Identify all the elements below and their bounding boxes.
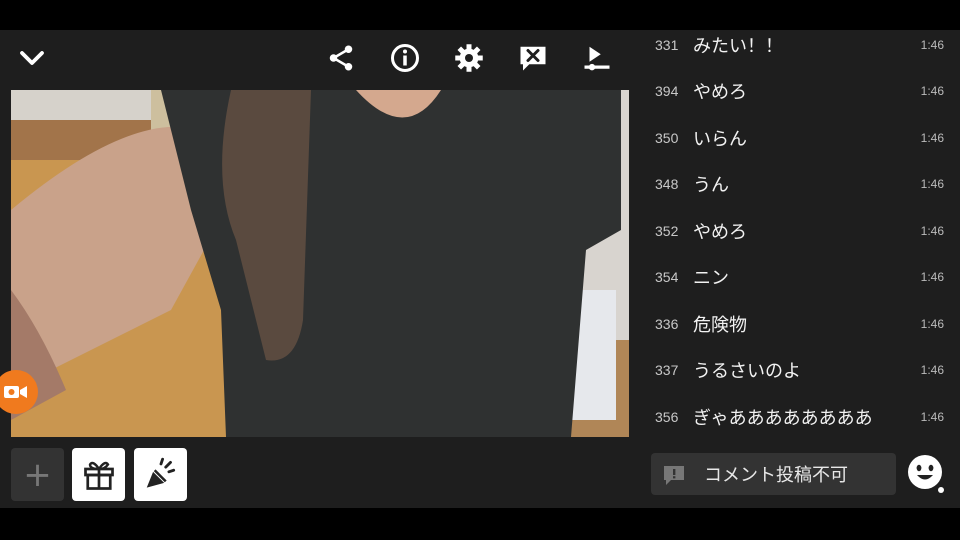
comment-number: 354 [655,269,679,285]
comment-time: 1:46 [920,38,944,52]
comment-row: 354 ニン 1:46 [640,262,960,292]
comment-row: 348 うん 1:46 [640,169,960,199]
comment-list[interactable]: 331 みたい！！ 1:46 394 やめろ 1:46 350 いらん 1:46… [640,30,960,442]
upload-button[interactable] [577,38,617,78]
comment-number: 336 [655,316,679,332]
comment-time: 1:46 [920,131,944,145]
share-button[interactable] [321,38,361,78]
announce-button[interactable] [134,448,187,501]
comment-time: 1:46 [920,317,944,331]
emoji-button[interactable] [906,453,946,493]
comment-number: 348 [655,176,679,192]
comment-number: 331 [655,37,679,53]
comment-row: 352 やめろ 1:46 [640,216,960,246]
video-player[interactable] [11,90,629,437]
comment-number: 394 [655,83,679,99]
comment-text: やめろ [693,222,747,243]
comment-number: 350 [655,130,679,146]
comment-row: 336 危険物 1:46 [640,309,960,339]
comment-text: うん [693,175,729,196]
comment-number: 337 [655,362,679,378]
settings-button[interactable] [449,38,489,78]
comment-text: やめろ [693,82,747,103]
comment-time: 1:46 [920,363,944,377]
comment-off-icon [520,46,546,71]
info-icon [391,44,419,72]
collapse-button[interactable] [12,38,52,78]
video-frame [11,90,629,437]
comment-text: うるさいのよ [693,361,801,382]
comment-time: 1:46 [920,224,944,238]
comment-row: 394 やめろ 1:46 [640,76,960,106]
comment-text: ぎゃああああああああ [693,408,873,429]
comment-row: 337 うるさいのよ 1:46 [640,355,960,385]
player-screen: + 331 みたい！！ 1:46 394 やめろ 1:46 350 いらん 1:… [0,30,960,508]
comment-number: 356 [655,409,679,425]
chevron-down-icon [20,51,44,65]
gift-button[interactable] [72,448,125,501]
comment-text: ニン [693,268,729,289]
comment-text: いらん [693,129,747,150]
video-camera-icon [4,386,27,398]
comment-time: 1:46 [920,410,944,424]
plus-icon: + [23,454,52,495]
smiley-icon [908,455,944,493]
top-toolbar [0,30,640,90]
comment-text: 危険物 [693,315,747,336]
upload-icon [584,46,610,71]
add-button[interactable]: + [11,448,64,501]
comment-row: 356 ぎゃああああああああ 1:46 [640,402,960,432]
gear-icon [455,44,483,72]
share-icon [329,45,353,71]
gift-icon [83,461,114,490]
comment-time: 1:46 [920,84,944,98]
comment-text: みたい！！ [693,36,783,57]
comment-number: 352 [655,223,679,239]
comment-time: 1:46 [920,270,944,284]
comment-row: 350 いらん 1:46 [640,123,960,153]
comment-input[interactable]: コメント投稿不可 [651,453,896,495]
comment-disabled-icon [664,466,684,485]
megaphone-icon [146,457,175,488]
comment-time: 1:46 [920,177,944,191]
comment-input-label: コメント投稿不可 [704,465,848,486]
comment-row: 331 みたい！！ 1:46 [640,30,960,60]
info-button[interactable] [385,38,425,78]
comment-toggle-button[interactable] [513,38,553,78]
